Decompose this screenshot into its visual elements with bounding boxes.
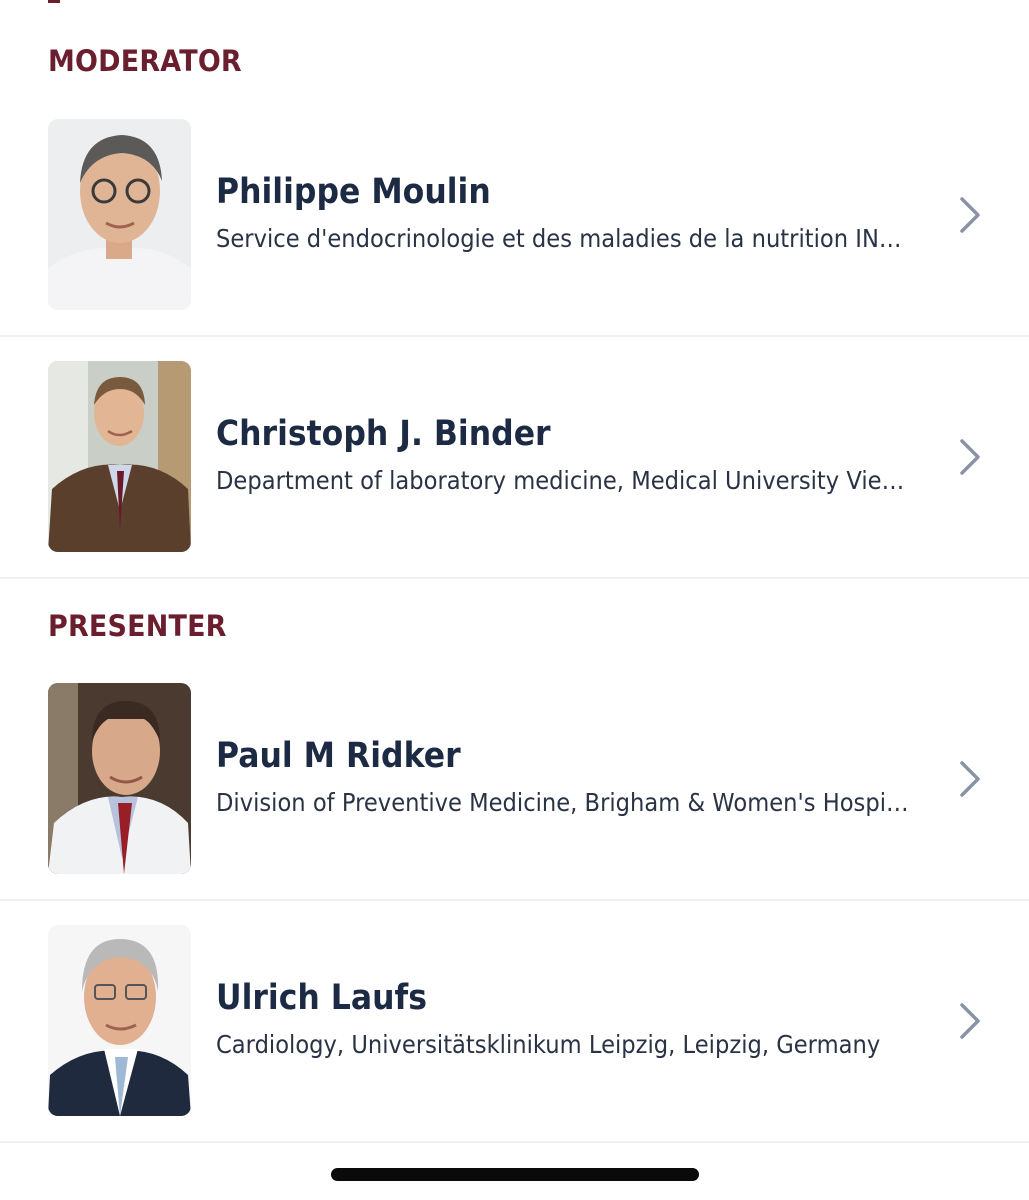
speaker-row-philippe-moulin[interactable]: Philippe Moulin Service d'endocrinologie…	[0, 95, 1029, 337]
person-photo-icon	[48, 119, 191, 310]
speaker-affiliation: Division of Preventive Medicine, Brigham…	[216, 788, 909, 817]
row-divider	[0, 1141, 1029, 1143]
speaker-name: Christoph J. Binder	[216, 414, 551, 454]
section-heading-moderator: MODERATOR	[48, 44, 242, 78]
speaker-row-christoph-binder[interactable]: Christoph J. Binder Department of labora…	[0, 337, 1029, 579]
speaker-avatar	[48, 119, 191, 310]
speaker-name: Ulrich Laufs	[216, 978, 427, 1018]
top-accent-mark	[48, 0, 60, 3]
person-photo-icon	[48, 683, 191, 874]
speaker-affiliation: Service d'endocrinologie et des maladies…	[216, 224, 902, 253]
row-divider	[0, 577, 1029, 579]
speaker-avatar	[48, 683, 191, 874]
speaker-affiliation: Department of laboratory medicine, Medic…	[216, 466, 905, 495]
speaker-list-screen: MODERATOR Philippe Moulin Service d'endo…	[0, 0, 1029, 1200]
chevron-right-icon	[955, 759, 985, 799]
person-photo-icon	[48, 361, 191, 552]
chevron-right-icon	[955, 195, 985, 235]
speaker-name: Paul M Ridker	[216, 736, 461, 776]
chevron-right-icon	[955, 437, 985, 477]
speaker-row-ulrich-laufs[interactable]: Ulrich Laufs Cardiology, Universitätskli…	[0, 901, 1029, 1143]
speaker-avatar	[48, 361, 191, 552]
chevron-right-icon	[955, 1001, 985, 1041]
speaker-row-paul-ridker[interactable]: Paul M Ridker Division of Preventive Med…	[0, 659, 1029, 901]
section-heading-presenter: PRESENTER	[48, 609, 227, 643]
speaker-avatar	[48, 925, 191, 1116]
speaker-name: Philippe Moulin	[216, 172, 491, 212]
speaker-affiliation: Cardiology, Universitätsklinikum Leipzig…	[216, 1030, 881, 1059]
person-photo-icon	[48, 925, 191, 1116]
home-indicator[interactable]	[331, 1168, 699, 1181]
